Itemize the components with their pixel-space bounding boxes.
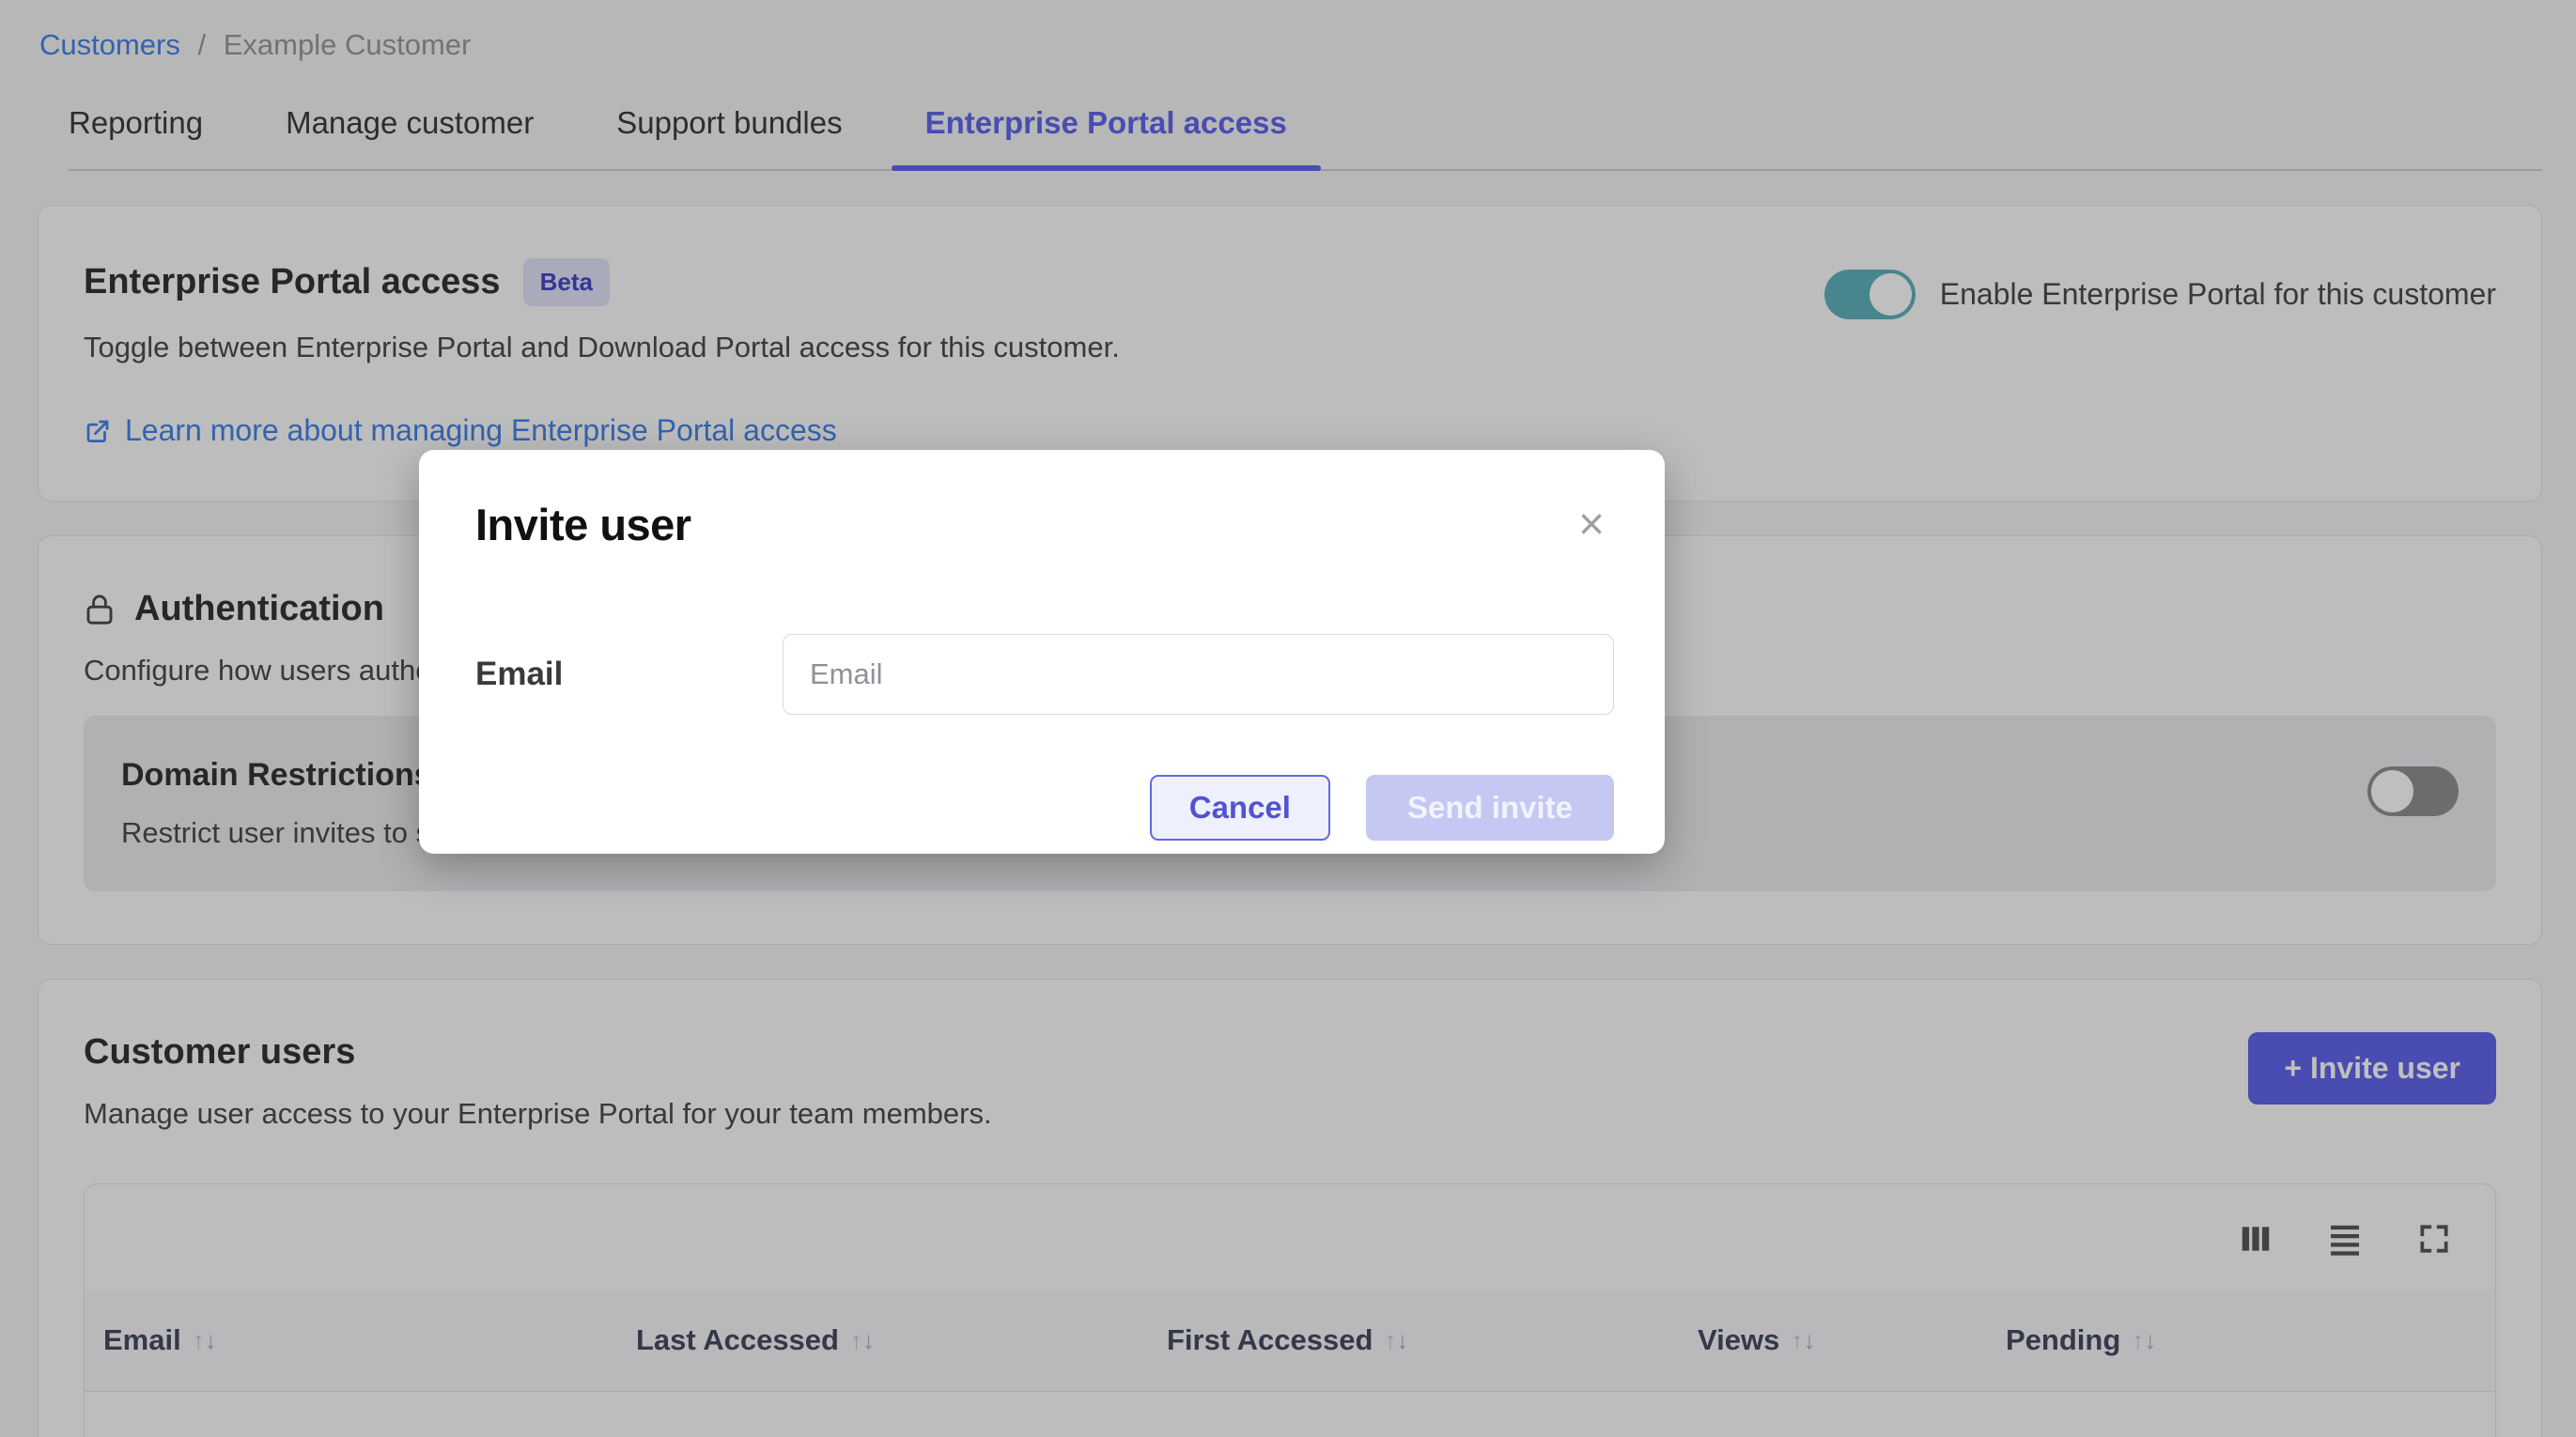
- page: Customers / Example Customer Reporting M…: [0, 0, 2576, 1437]
- modal-title: Invite user: [475, 499, 691, 550]
- email-label: Email: [475, 656, 783, 693]
- cancel-button[interactable]: Cancel: [1150, 775, 1330, 841]
- email-field[interactable]: [783, 634, 1614, 715]
- close-icon[interactable]: ×: [1569, 499, 1614, 551]
- send-invite-button[interactable]: Send invite: [1366, 775, 1614, 841]
- invite-user-modal: Invite user × Email Cancel Send invite: [419, 450, 1665, 854]
